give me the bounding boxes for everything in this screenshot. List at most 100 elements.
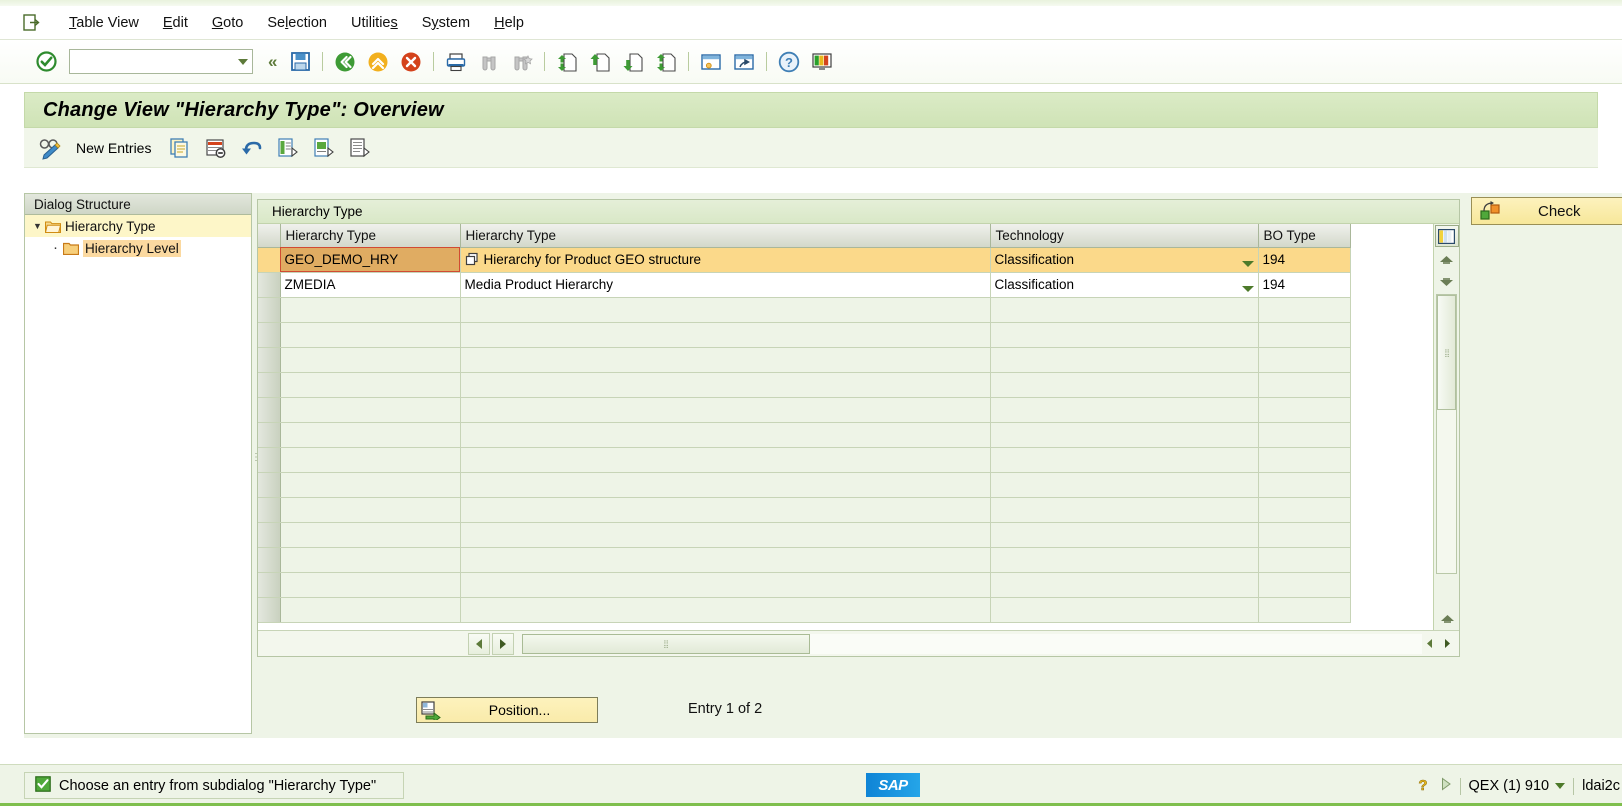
next-page-button[interactable] (619, 48, 647, 76)
exit-button[interactable] (364, 48, 392, 76)
scrollbar-thumb[interactable]: ⣿ (1437, 295, 1456, 410)
row-selector[interactable] (258, 247, 281, 273)
cell-empty[interactable] (990, 522, 1259, 548)
hscroll-page-left-button[interactable] (1421, 635, 1437, 653)
table-row-empty[interactable] (258, 572, 1351, 598)
menu-selection[interactable]: Selection (255, 12, 339, 34)
cell-empty[interactable] (1258, 572, 1351, 598)
previous-page-button[interactable] (586, 48, 614, 76)
cell-hierarchy-type-desc[interactable]: Hierarchy for Product GEO structure (460, 247, 991, 273)
select-all-cell[interactable] (258, 224, 281, 248)
cell-empty[interactable] (460, 522, 991, 548)
cell-empty[interactable] (280, 347, 461, 373)
table-row-empty[interactable] (258, 522, 1351, 548)
menu-help[interactable]: Help (482, 12, 536, 34)
column-header-technology[interactable]: Technology (990, 224, 1259, 248)
hscroll-thumb[interactable]: ⣿ (522, 633, 810, 654)
cell-empty[interactable] (460, 322, 991, 348)
cell-empty[interactable] (990, 597, 1259, 623)
cancel-button[interactable] (397, 48, 425, 76)
cell-empty[interactable] (280, 447, 461, 473)
menu-utilities[interactable]: Utilities (339, 12, 410, 34)
cell-empty[interactable] (1258, 372, 1351, 398)
exit-doorway-icon[interactable] (22, 13, 41, 32)
chevron-down-icon[interactable] (238, 58, 248, 65)
cell-empty[interactable] (990, 347, 1259, 373)
table-columns-icon[interactable] (1434, 225, 1459, 247)
row-selector[interactable] (258, 397, 281, 423)
cell-empty[interactable] (460, 497, 991, 523)
cell-empty[interactable] (990, 397, 1259, 423)
cell-bo-type[interactable]: 194 (1258, 247, 1351, 273)
cell-empty[interactable] (460, 397, 991, 423)
cell-hierarchy-type-desc[interactable]: Media Product Hierarchy (460, 272, 991, 298)
row-selector[interactable] (258, 422, 281, 448)
cell-empty[interactable] (280, 597, 461, 623)
find-button[interactable] (475, 48, 503, 76)
row-selector[interactable] (258, 297, 281, 323)
print-button[interactable] (442, 48, 470, 76)
cell-empty[interactable] (990, 497, 1259, 523)
grid-horizontal-scrollbar[interactable]: ⣿ (258, 630, 1459, 656)
table-row-empty[interactable] (258, 297, 1351, 323)
row-selector[interactable] (258, 572, 281, 598)
cell-empty[interactable] (280, 397, 461, 423)
table-row[interactable]: GEO_DEMO_HRY Hierarchy for Product GEO s… (258, 247, 1351, 273)
value-help-icon[interactable] (465, 252, 480, 267)
row-selector[interactable] (258, 347, 281, 373)
cell-empty[interactable] (280, 522, 461, 548)
cell-empty[interactable] (990, 547, 1259, 573)
cell-empty[interactable] (1258, 322, 1351, 348)
collapse-command-icon[interactable]: « (262, 52, 281, 72)
cell-bo-type[interactable]: 194 (1258, 272, 1351, 298)
save-button[interactable] (286, 48, 314, 76)
back-button[interactable] (331, 48, 359, 76)
grid-vertical-scrollbar[interactable]: ⣿ (1436, 294, 1457, 574)
table-row-empty[interactable] (258, 547, 1351, 573)
cell-empty[interactable] (280, 572, 461, 598)
cell-empty[interactable] (1258, 347, 1351, 373)
position-button[interactable]: Position... (416, 697, 598, 723)
menu-system[interactable]: System (410, 12, 482, 34)
help-button[interactable]: ? (775, 48, 803, 76)
cell-empty[interactable] (280, 547, 461, 573)
undo-arrow-icon[interactable] (237, 133, 267, 163)
last-page-button[interactable] (652, 48, 680, 76)
cell-empty[interactable] (1258, 547, 1351, 573)
column-header-hierarchy-type-desc[interactable]: Hierarchy Type (460, 224, 991, 248)
row-selector[interactable] (258, 522, 281, 548)
hscroll-right-button[interactable] (492, 632, 514, 655)
row-selector[interactable] (258, 597, 281, 623)
column-header-hierarchy-type-key[interactable]: Hierarchy Type (280, 224, 461, 248)
row-selector[interactable] (258, 447, 281, 473)
cell-empty[interactable] (280, 422, 461, 448)
cell-hierarchy-type-key[interactable]: GEO_DEMO_HRY (280, 247, 461, 273)
cell-empty[interactable] (280, 322, 461, 348)
green-check-icon[interactable] (34, 50, 58, 74)
scroll-page-up-button[interactable] (1435, 607, 1459, 629)
cell-empty[interactable] (990, 297, 1259, 323)
row-selector[interactable] (258, 547, 281, 573)
list-plain-arrow-icon[interactable] (345, 133, 375, 163)
create-session-button[interactable] (697, 48, 725, 76)
command-input[interactable] (70, 50, 252, 73)
chevron-down-icon[interactable]: ▼ (31, 221, 44, 231)
cell-empty[interactable] (990, 572, 1259, 598)
cell-empty[interactable] (460, 597, 991, 623)
cell-empty[interactable] (990, 422, 1259, 448)
list-block-arrow-icon[interactable] (309, 133, 339, 163)
table-row-empty[interactable] (258, 472, 1351, 498)
tree-node-hierarchy-level[interactable]: · Hierarchy Level (25, 237, 251, 259)
cell-empty[interactable] (1258, 447, 1351, 473)
cell-empty[interactable] (990, 472, 1259, 498)
tree-node-hierarchy-type[interactable]: ▼ Hierarchy Type (25, 215, 251, 237)
row-selector[interactable] (258, 272, 281, 298)
cell-empty[interactable] (990, 322, 1259, 348)
cell-technology[interactable]: Classification (990, 247, 1259, 273)
table-row-empty[interactable] (258, 397, 1351, 423)
menu-edit[interactable]: Edit (151, 12, 200, 34)
cell-empty[interactable] (1258, 597, 1351, 623)
cell-empty[interactable] (1258, 472, 1351, 498)
cell-empty[interactable] (1258, 497, 1351, 523)
monitor-customize-icon[interactable] (808, 48, 836, 76)
